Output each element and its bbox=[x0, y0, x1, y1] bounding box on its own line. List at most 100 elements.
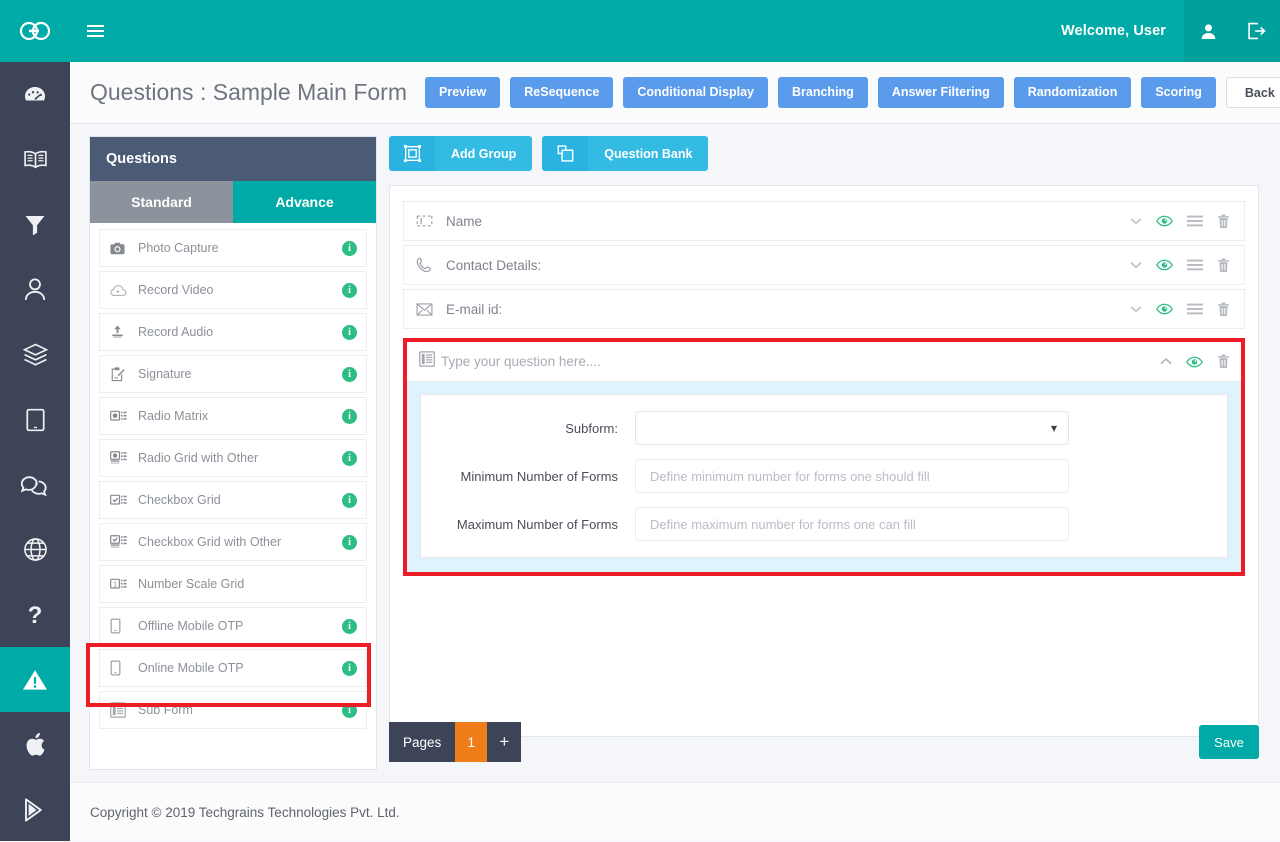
subform-select-label: Subform: bbox=[565, 420, 618, 436]
question-type-offline-mobile-otp[interactable]: Offline Mobile OTP i bbox=[99, 607, 367, 645]
questions-canvas: Name Contact Details: E-mail id: Type yo… bbox=[389, 185, 1259, 737]
sub-form-icon bbox=[419, 351, 435, 372]
app-logo[interactable] bbox=[0, 0, 70, 62]
tab-advance[interactable]: Advance bbox=[233, 181, 376, 223]
save-button[interactable]: Save bbox=[1199, 725, 1259, 759]
conditional-display-button[interactable]: Conditional Display bbox=[623, 77, 768, 108]
questions-panel: Questions Standard Advance Photo Capture… bbox=[89, 136, 377, 770]
trash-icon[interactable] bbox=[1217, 302, 1230, 317]
mobile-icon bbox=[110, 660, 132, 676]
answer-filtering-button[interactable]: Answer Filtering bbox=[877, 77, 1004, 108]
logout-icon[interactable] bbox=[1232, 0, 1280, 62]
question-row-name[interactable]: Name bbox=[403, 201, 1245, 241]
branching-button[interactable]: Branching bbox=[778, 77, 868, 108]
question-type-photo-capture[interactable]: Photo Capture i bbox=[99, 229, 367, 267]
chevron-down-icon[interactable] bbox=[1130, 261, 1142, 270]
page-number-1[interactable]: 1 bbox=[455, 722, 488, 762]
list-menu-icon[interactable] bbox=[1187, 303, 1203, 315]
question-type-radio-matrix[interactable]: Radio Matrix i bbox=[99, 397, 367, 435]
question-row-contact-details[interactable]: Contact Details: bbox=[403, 245, 1245, 285]
info-icon[interactable]: i bbox=[342, 492, 357, 508]
question-type-radio-grid-with-other[interactable]: Radio Grid with Other i bbox=[99, 439, 367, 477]
field-row-subform: Subform: ▾ bbox=[421, 411, 1227, 445]
apple-icon bbox=[23, 731, 47, 758]
info-icon[interactable]: i bbox=[342, 282, 357, 298]
sidebar-item-messages[interactable] bbox=[0, 452, 70, 517]
question-type-number-scale-grid[interactable]: 1 Number Scale Grid bbox=[99, 565, 367, 603]
main-toolbar: Add Group Question Bank bbox=[389, 136, 1259, 171]
info-icon[interactable]: i bbox=[342, 618, 357, 634]
sidebar-item-ios-app[interactable] bbox=[0, 712, 70, 777]
sidebar-item-alerts[interactable] bbox=[0, 647, 70, 712]
question-type-sub-form[interactable]: Sub Form i bbox=[99, 691, 367, 729]
trash-icon[interactable] bbox=[1217, 258, 1230, 273]
sidebar-item-globe[interactable] bbox=[0, 517, 70, 582]
subform-select[interactable]: ▾ bbox=[635, 411, 1069, 445]
profile-user-icon[interactable] bbox=[1184, 0, 1232, 62]
question-bank-button[interactable]: Question Bank bbox=[542, 136, 709, 171]
eye-icon[interactable] bbox=[1156, 215, 1173, 227]
add-group-label: Add Group bbox=[435, 136, 533, 171]
info-icon[interactable]: i bbox=[342, 324, 357, 340]
trash-icon[interactable] bbox=[1217, 214, 1230, 229]
sidebar-item-layers[interactable] bbox=[0, 322, 70, 387]
checkbox-grid-icon bbox=[110, 494, 132, 507]
minimum-forms-input[interactable] bbox=[635, 459, 1069, 493]
eye-icon[interactable] bbox=[1156, 303, 1173, 315]
tab-standard[interactable]: Standard bbox=[90, 181, 233, 223]
sidebar-item-dashboard[interactable] bbox=[0, 62, 70, 127]
question-type-record-video[interactable]: Record Video i bbox=[99, 271, 367, 309]
canvas-bottom-bar: Pages 1 + Save bbox=[389, 722, 1259, 762]
list-menu-icon[interactable] bbox=[1187, 259, 1203, 271]
chevron-down-icon[interactable] bbox=[1130, 305, 1142, 314]
list-menu-icon[interactable] bbox=[1187, 215, 1203, 227]
sidebar-item-users[interactable] bbox=[0, 257, 70, 322]
sidebar-item-android-app[interactable] bbox=[0, 777, 70, 842]
question-type-label: Sub Form bbox=[138, 703, 193, 717]
welcome-message: Welcome, User bbox=[1061, 23, 1166, 39]
chevron-up-icon[interactable] bbox=[1160, 357, 1172, 366]
info-icon[interactable]: i bbox=[342, 534, 357, 550]
randomization-button[interactable]: Randomization bbox=[1013, 77, 1132, 108]
questions-panel-title: Questions bbox=[90, 137, 376, 181]
question-row-email-id[interactable]: E-mail id: bbox=[403, 289, 1245, 329]
info-icon[interactable]: i bbox=[342, 366, 357, 382]
question-type-label: Record Audio bbox=[138, 325, 214, 339]
sidebar-item-filter[interactable] bbox=[0, 192, 70, 257]
question-type-checkbox-grid-with-other[interactable]: Checkbox Grid with Other i bbox=[99, 523, 367, 561]
chevron-down-icon[interactable] bbox=[1130, 217, 1142, 226]
question-bank-icon bbox=[542, 136, 589, 171]
add-group-button[interactable]: Add Group bbox=[389, 136, 533, 171]
hamburger-menu-icon[interactable] bbox=[70, 0, 120, 62]
question-type-online-mobile-otp[interactable]: Online Mobile OTP i bbox=[99, 649, 367, 687]
question-type-signature[interactable]: Signature i bbox=[99, 355, 367, 393]
question-type-label: Number Scale Grid bbox=[138, 577, 245, 591]
sidebar-item-help[interactable]: ? bbox=[0, 582, 70, 647]
sidebar-item-tablet[interactable] bbox=[0, 387, 70, 452]
preview-button[interactable]: Preview bbox=[425, 77, 501, 108]
sub-form-icon bbox=[110, 702, 132, 718]
question-mark-icon: ? bbox=[26, 602, 44, 628]
eye-icon[interactable] bbox=[1186, 356, 1203, 368]
warning-triangle-icon bbox=[22, 668, 48, 692]
book-icon bbox=[22, 148, 49, 172]
resequence-button[interactable]: ReSequence bbox=[510, 77, 614, 108]
add-page-button[interactable]: + bbox=[487, 722, 522, 762]
question-type-checkbox-grid[interactable]: Checkbox Grid i bbox=[99, 481, 367, 519]
field-row-maximum-forms: Maximum Number of Forms bbox=[421, 507, 1227, 541]
info-icon[interactable]: i bbox=[342, 240, 357, 256]
trash-icon[interactable] bbox=[1217, 354, 1230, 369]
question-text-input[interactable]: Type your question here.... bbox=[435, 354, 1160, 369]
eye-icon[interactable] bbox=[1156, 259, 1173, 271]
sidebar-item-library[interactable] bbox=[0, 127, 70, 192]
question-type-label: Radio Matrix bbox=[138, 409, 209, 423]
scoring-button[interactable]: Scoring bbox=[1141, 77, 1216, 108]
back-button[interactable]: Back bbox=[1225, 77, 1280, 108]
info-icon[interactable]: i bbox=[342, 408, 357, 424]
maximum-forms-input[interactable] bbox=[635, 507, 1069, 541]
info-icon[interactable]: i bbox=[342, 702, 357, 718]
info-icon[interactable]: i bbox=[342, 450, 357, 466]
question-type-record-audio[interactable]: Record Audio i bbox=[99, 313, 367, 351]
svg-text:1: 1 bbox=[113, 581, 117, 588]
info-icon[interactable]: i bbox=[342, 660, 357, 676]
